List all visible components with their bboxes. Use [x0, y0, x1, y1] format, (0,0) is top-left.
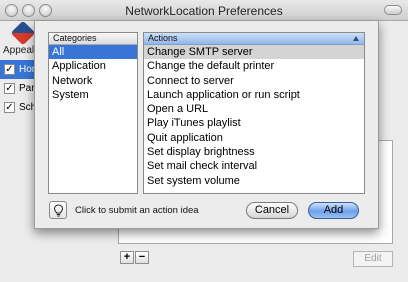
action-item[interactable]: Set display brightness: [144, 145, 364, 159]
action-item[interactable]: Set mail check interval: [144, 159, 364, 173]
remove-rule-button[interactable]: −: [135, 251, 149, 264]
category-item[interactable]: All: [49, 45, 137, 60]
sort-ascending-icon: [353, 36, 359, 41]
action-item[interactable]: Change SMTP server: [144, 45, 364, 60]
toolbar-item-label[interactable]: Appeal: [3, 45, 34, 56]
submit-idea-button[interactable]: [49, 201, 67, 219]
actions-header-label: Actions: [148, 33, 178, 43]
actions-list[interactable]: Actions Change SMTP server Change the de…: [143, 32, 365, 194]
toolbar-toggle-button[interactable]: [384, 5, 402, 15]
action-item[interactable]: Open a URL: [144, 102, 364, 116]
categories-list[interactable]: Categories All Application Network Syste…: [48, 32, 138, 194]
action-item[interactable]: Play iTunes playlist: [144, 116, 364, 130]
categories-header[interactable]: Categories: [49, 33, 137, 45]
actions-header[interactable]: Actions: [144, 33, 364, 45]
title-bar: NetworkLocation Preferences: [0, 0, 408, 21]
category-item[interactable]: System: [49, 88, 137, 102]
submit-idea-label: Click to submit an action idea: [75, 205, 199, 216]
edit-button[interactable]: Edit: [353, 251, 393, 267]
check-icon[interactable]: ✓: [4, 102, 15, 113]
location-label: Par: [19, 83, 35, 94]
lightbulb-icon: [53, 204, 64, 217]
action-item[interactable]: Connect to server: [144, 74, 364, 88]
check-icon[interactable]: ✓: [4, 64, 15, 75]
appearance-icon[interactable]: [10, 20, 36, 46]
action-item[interactable]: Launch application or run script: [144, 88, 364, 102]
category-item[interactable]: Network: [49, 74, 137, 88]
action-item[interactable]: Change the default printer: [144, 59, 364, 73]
add-button[interactable]: Add: [308, 202, 359, 219]
add-rule-button[interactable]: +: [120, 251, 134, 264]
add-action-sheet: Categories All Application Network Syste…: [34, 21, 379, 229]
action-item[interactable]: Set system volume: [144, 174, 364, 188]
cancel-button[interactable]: Cancel: [246, 202, 298, 219]
check-icon[interactable]: ✓: [4, 83, 15, 94]
window-title: NetworkLocation Preferences: [125, 4, 283, 18]
action-item[interactable]: Quit application: [144, 131, 364, 145]
category-item[interactable]: Application: [49, 59, 137, 73]
